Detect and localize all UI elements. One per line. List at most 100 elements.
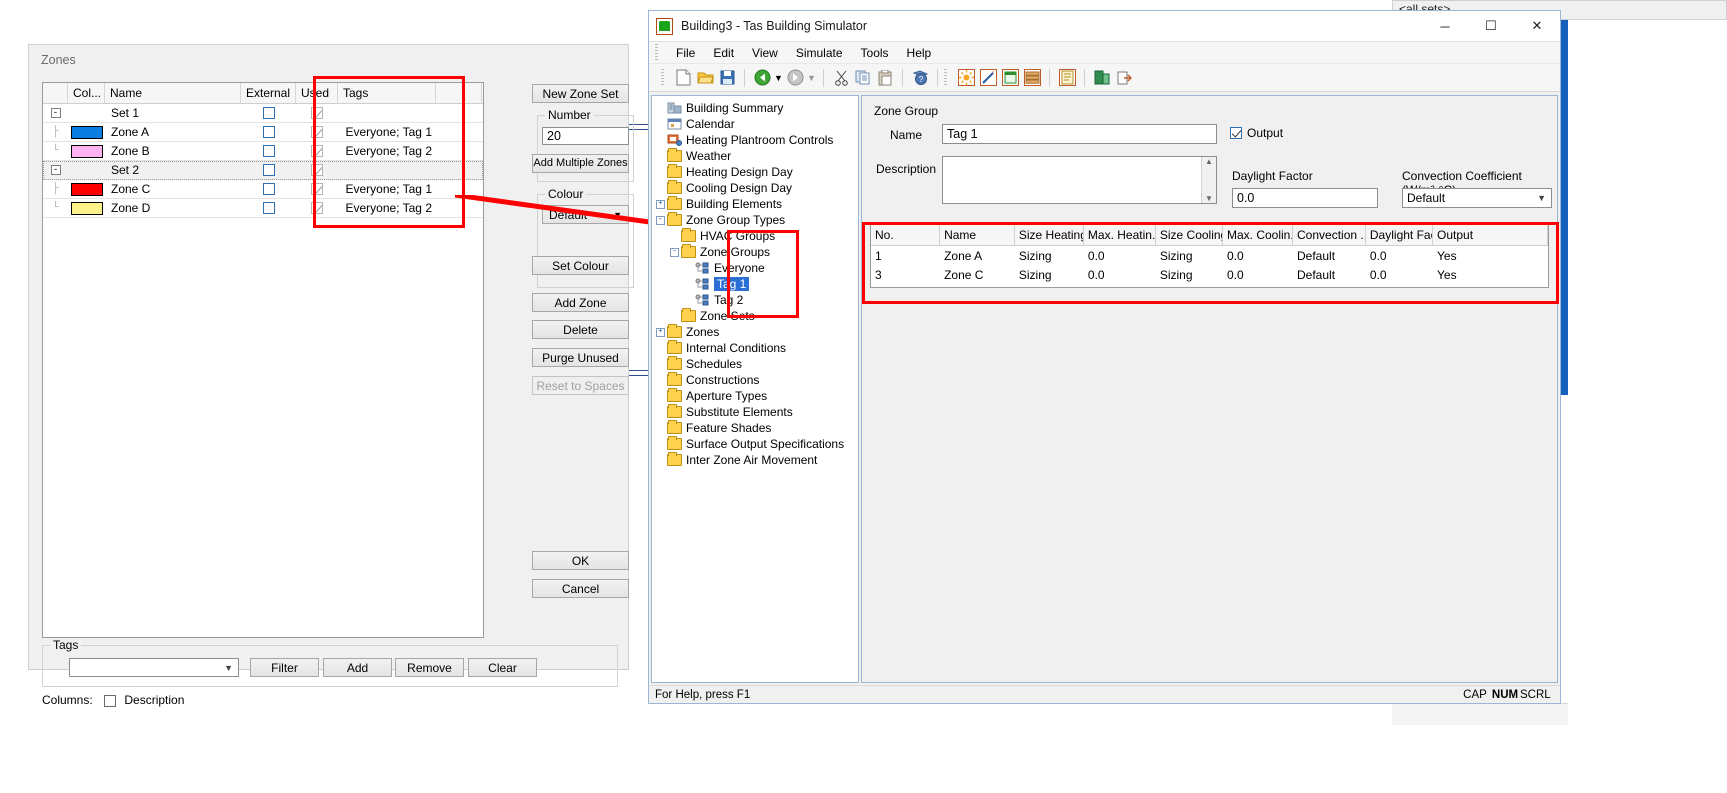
zones-col-tree[interactable] [43, 83, 68, 103]
row-expander[interactable]: - [43, 104, 68, 122]
zones-col-used[interactable]: Used [296, 83, 338, 103]
menu-item-view[interactable]: View [752, 46, 778, 60]
row-colour-swatch[interactable] [68, 161, 105, 179]
row-name[interactable]: Zone A [105, 123, 241, 141]
row-tags[interactable]: Everyone; Tag 1 [338, 180, 436, 198]
wall-icon[interactable] [1021, 67, 1043, 89]
external-checkbox[interactable] [262, 145, 275, 157]
output-checkbox-row[interactable]: Output [1230, 126, 1283, 140]
table-row[interactable]: └ Zone B Everyone; Tag 2 [43, 142, 483, 161]
edit-square-icon[interactable] [977, 67, 999, 89]
row-colour-swatch[interactable] [68, 142, 105, 160]
row-name[interactable]: Zone B [105, 142, 241, 160]
tags-combo[interactable]: ▼ [69, 658, 239, 677]
menu-item-edit[interactable]: Edit [713, 46, 734, 60]
copy-icon[interactable] [852, 67, 874, 89]
tree-item-constructions[interactable]: Constructions [652, 372, 858, 388]
tags-remove-button[interactable]: Remove [395, 658, 464, 677]
table-row[interactable]: - Set 2 [43, 161, 483, 180]
table-row[interactable]: - Set 1 [43, 104, 483, 123]
row-colour-swatch[interactable] [68, 199, 105, 217]
tree-item-feature-shades[interactable]: Feature Shades [652, 420, 858, 436]
tree-item-building-summary[interactable]: Building Summary [652, 100, 858, 116]
row-external-cell[interactable] [241, 199, 296, 217]
zones-col-external[interactable]: External [241, 83, 296, 103]
cut-icon[interactable] [830, 67, 852, 89]
tree-item-schedules[interactable]: Schedules [652, 356, 858, 372]
tree-item-zone-groups[interactable]: - Zone Groups [652, 244, 858, 260]
menu-item-tools[interactable]: Tools [861, 46, 889, 60]
row-external-cell[interactable] [241, 123, 296, 141]
zone-table-col-size-heating[interactable]: Size Heating [1015, 225, 1084, 245]
zone-table-col-daylight[interactable]: Daylight Fact... [1366, 225, 1434, 245]
external-checkbox[interactable] [262, 183, 275, 195]
menu-item-simulate[interactable]: Simulate [796, 46, 843, 60]
cancel-button[interactable]: Cancel [532, 579, 629, 598]
row-colour-swatch[interactable] [68, 123, 105, 141]
zone-table-col-name[interactable]: Name [940, 225, 1015, 245]
row-name[interactable]: Zone C [105, 180, 241, 198]
number-input[interactable]: 20 [542, 127, 629, 145]
help-icon[interactable]: ? [909, 67, 931, 89]
table-row[interactable]: ├ Zone A Everyone; Tag 1 [43, 123, 483, 142]
zone-table-col-max-heating[interactable]: Max. Heatin... [1084, 225, 1156, 245]
row-name[interactable]: Set 2 [105, 161, 241, 179]
table-row[interactable]: 1 Zone A Sizing 0.0 Sizing 0.0 Default 0.0 Yes [871, 246, 1548, 265]
row-name[interactable]: Zone D [105, 199, 241, 217]
ok-button[interactable]: OK [532, 551, 629, 570]
table-row[interactable]: ├ Zone C Everyone; Tag 1 [43, 180, 483, 199]
tree-item-inter-zone-air-movement[interactable]: Inter Zone Air Movement [652, 452, 858, 468]
external-checkbox[interactable] [262, 126, 275, 138]
toolbar-grip[interactable] [661, 68, 664, 87]
tree-item-zone-sets[interactable]: Zone Sets [652, 308, 858, 324]
zone-table-col-size-cooling[interactable]: Size Cooling [1156, 225, 1223, 245]
add-zone-button[interactable]: Add Zone [532, 293, 629, 312]
row-colour-swatch[interactable] [68, 104, 105, 122]
collapse-icon[interactable]: - [670, 247, 679, 257]
tree-item-aperture-types[interactable]: Aperture Types [652, 388, 858, 404]
external-checkbox[interactable] [262, 202, 275, 214]
tree-item-zone-group-types[interactable]: - Zone Group Types [652, 212, 858, 228]
zone-table-col-output[interactable]: Output [1433, 225, 1548, 245]
scroll-down-icon[interactable]: ▼ [1205, 194, 1213, 203]
table-row[interactable]: └ Zone D Everyone; Tag 2 [43, 199, 483, 218]
navigation-tree[interactable]: Building Summary Calendar Heating Plantroo… [651, 95, 859, 683]
collapse-icon[interactable]: - [50, 108, 61, 118]
daylight-factor-input[interactable]: 0.0 [1232, 188, 1378, 208]
tree-item-internal-conditions[interactable]: Internal Conditions [652, 340, 858, 356]
close-icon[interactable]: ✕ [1514, 11, 1560, 42]
colour-swatch[interactable] [70, 144, 103, 158]
zones-col-colour[interactable]: Col... [68, 83, 105, 103]
tree-item-zones[interactable]: + Zones [652, 324, 858, 340]
tree-item-heating-design-day[interactable]: Heating Design Day [652, 164, 858, 180]
colour-dropdown[interactable]: Default ▼ [542, 205, 629, 224]
tree-item-hvac-groups[interactable]: HVAC Groups [652, 228, 858, 244]
tags-add-button[interactable]: Add [323, 658, 392, 677]
tree-item-weather[interactable]: Weather [652, 148, 858, 164]
tree-item-heating-plantroom-controls[interactable]: Heating Plantroom Controls [652, 132, 858, 148]
output-checkbox[interactable] [1230, 127, 1242, 139]
back-dropdown-icon[interactable]: ▼ [773, 67, 784, 89]
minimize-icon[interactable]: ─ [1422, 11, 1468, 42]
row-name[interactable]: Set 1 [105, 104, 241, 122]
tree-item-everyone[interactable]: Everyone [652, 260, 858, 276]
row-external-cell[interactable] [241, 104, 296, 122]
table-row[interactable]: 3 Zone C Sizing 0.0 Sizing 0.0 Default 0.0 Yes [871, 265, 1548, 284]
maximize-icon[interactable]: ☐ [1468, 11, 1514, 42]
row-external-cell[interactable] [241, 142, 296, 160]
note-icon[interactable] [1056, 67, 1078, 89]
collapse-icon[interactable]: - [656, 215, 665, 225]
tree-item-tag-2[interactable]: Tag 2 [652, 292, 858, 308]
description-checkbox[interactable] [104, 694, 117, 707]
zone-group-name-input[interactable]: Tag 1 [942, 124, 1217, 144]
menu-item-file[interactable]: File [676, 46, 695, 60]
open-folder-icon[interactable] [694, 67, 716, 89]
row-tags[interactable]: Everyone; Tag 2 [338, 199, 436, 217]
export-icon[interactable] [1113, 67, 1135, 89]
back-icon[interactable] [751, 67, 773, 89]
colour-swatch[interactable] [70, 182, 103, 196]
tree-item-tag-1[interactable]: Tag 1 [652, 276, 858, 292]
tree-item-cooling-design-day[interactable]: Cooling Design Day [652, 180, 858, 196]
zone-group-description-input[interactable]: ▲ ▼ [942, 156, 1217, 204]
sun-icon[interactable] [955, 67, 977, 89]
